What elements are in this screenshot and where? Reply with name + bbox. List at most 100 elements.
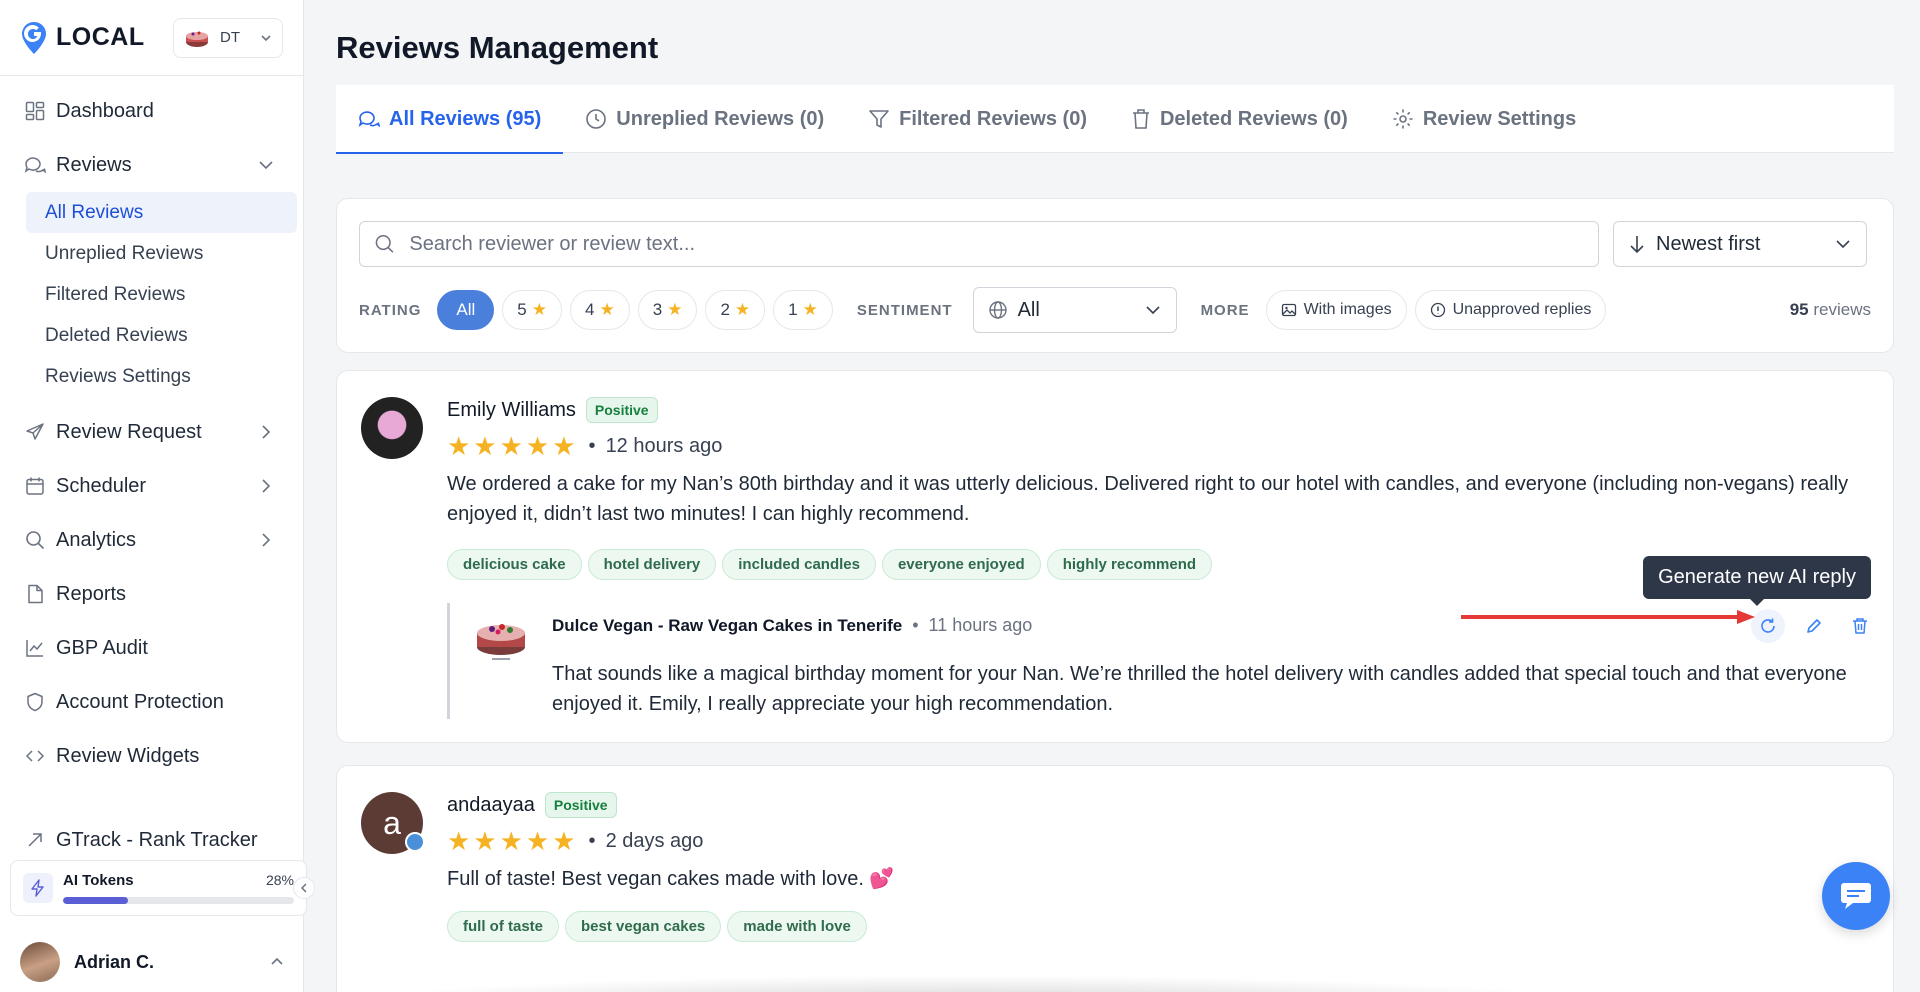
chip-label: With images bbox=[1303, 301, 1392, 318]
ai-tokens-panel[interactable]: AI Tokens 28% bbox=[10, 860, 307, 916]
chevron-down-icon bbox=[1145, 306, 1160, 315]
edit-reply-button[interactable] bbox=[1797, 609, 1831, 643]
star-icon: ★ bbox=[667, 300, 683, 319]
app-logo[interactable]: LOCAL bbox=[20, 21, 145, 55]
sidebar-subitem-unreplied-reviews[interactable]: Unreplied Reviews bbox=[26, 233, 297, 274]
sidebar-item-account-protection[interactable]: Account Protection bbox=[0, 675, 303, 729]
reply-time: 11 hours ago bbox=[928, 615, 1033, 635]
sidebar-item-label: Reviews bbox=[56, 153, 132, 176]
sidebar-item-label: GTrack - Rank Tracker bbox=[56, 828, 258, 851]
tab-label: All Reviews (95) bbox=[389, 107, 542, 130]
send-icon bbox=[24, 421, 46, 443]
separator-dot: • bbox=[588, 435, 596, 457]
chevron-down-icon bbox=[261, 34, 271, 41]
review-tag: made with love bbox=[727, 911, 867, 942]
sidebar-item-dashboard[interactable]: Dashboard bbox=[0, 84, 303, 138]
filters-panel: Newest first RATING All 5★ 4★ 3★ 2★ 1★ S… bbox=[336, 198, 1894, 353]
review-tag: everyone enjoyed bbox=[881, 549, 1041, 580]
chat-bubbles-icon bbox=[358, 111, 380, 128]
review-text: Full of taste! Best vegan cakes made wit… bbox=[447, 868, 895, 890]
user-menu[interactable]: Adrian C. bbox=[0, 932, 304, 992]
sentiment-value: All bbox=[1017, 298, 1040, 321]
search-icon bbox=[24, 529, 46, 551]
sidebar: LOCAL DT Dashboard Reviews All Reviews U… bbox=[0, 0, 307, 992]
rating-chip-label: All bbox=[456, 300, 476, 319]
sidebar-item-label: Dashboard bbox=[56, 99, 154, 122]
globe-icon bbox=[988, 301, 1007, 319]
reply-text: That sounds like a magical birthday mome… bbox=[552, 663, 1847, 715]
tab-unreplied-reviews[interactable]: Unreplied Reviews (0) bbox=[563, 85, 846, 153]
sidebar-subitem-reviews-settings[interactable]: Reviews Settings bbox=[26, 356, 297, 397]
tab-label: Unreplied Reviews (0) bbox=[616, 107, 825, 130]
info-circle-icon bbox=[1430, 302, 1445, 318]
star-icon: ★ bbox=[599, 300, 615, 319]
more-label: MORE bbox=[1200, 301, 1250, 319]
rating-chip-4[interactable]: 4 ★ bbox=[570, 290, 630, 330]
delete-reply-button[interactable] bbox=[1843, 609, 1877, 643]
calendar-icon bbox=[24, 475, 46, 497]
sidebar-item-review-widgets[interactable]: Review Widgets bbox=[0, 729, 303, 783]
review-text: We ordered a cake for my Nan’s 80th birt… bbox=[447, 473, 1849, 525]
sort-select[interactable]: Newest first bbox=[1613, 221, 1867, 267]
sidebar-subitem-filtered-reviews[interactable]: Filtered Reviews bbox=[26, 274, 297, 315]
search-input[interactable] bbox=[409, 232, 1584, 256]
chat-icon bbox=[1841, 883, 1871, 909]
ai-tokens-label: AI Tokens bbox=[63, 872, 134, 889]
unapproved-replies-chip[interactable]: Unapproved replies bbox=[1414, 290, 1607, 330]
sidebar-item-reports[interactable]: Reports bbox=[0, 567, 303, 621]
tab-filtered-reviews[interactable]: Filtered Reviews (0) bbox=[846, 85, 1109, 153]
review-card: Emily Williams Positive ★★★★★ • 12 hours… bbox=[336, 370, 1894, 743]
tab-label: Filtered Reviews (0) bbox=[899, 107, 1087, 130]
chevron-right-icon bbox=[262, 425, 271, 439]
sidebar-header: LOCAL DT bbox=[0, 0, 303, 76]
rating-chip-label: 4 bbox=[585, 300, 595, 319]
filter-icon bbox=[869, 110, 889, 128]
page-title: Reviews Management bbox=[336, 30, 659, 65]
rating-chip-1[interactable]: 1 ★ bbox=[773, 290, 833, 330]
sidebar-item-reviews[interactable]: Reviews bbox=[0, 138, 303, 192]
rating-chip-all[interactable]: All bbox=[437, 290, 495, 330]
sidebar-item-review-request[interactable]: Review Request bbox=[0, 405, 303, 459]
star-rating: ★★★★★ bbox=[447, 431, 579, 461]
scroll-shadow bbox=[330, 975, 1610, 992]
business-initials: DT bbox=[220, 29, 240, 46]
avatar bbox=[20, 942, 60, 982]
sidebar-subitem-deleted-reviews[interactable]: Deleted Reviews bbox=[26, 315, 297, 356]
business-selector[interactable]: DT bbox=[173, 17, 283, 58]
sidebar-item-gbp-audit[interactable]: GBP Audit bbox=[0, 621, 303, 675]
sidebar-item-gtrack-rank-tracker[interactable]: GTrack - Rank Tracker bbox=[0, 813, 303, 867]
rating-chip-5[interactable]: 5 ★ bbox=[502, 290, 563, 330]
sentiment-select[interactable]: All bbox=[972, 287, 1177, 333]
search-box[interactable] bbox=[359, 221, 1599, 267]
star-rating: ★★★★★ bbox=[447, 826, 579, 856]
pencil-icon bbox=[1807, 619, 1821, 633]
rating-chip-2[interactable]: 2 ★ bbox=[705, 290, 766, 330]
trash-icon bbox=[1853, 618, 1867, 634]
arrow-down-icon bbox=[1630, 236, 1644, 254]
chat-support-button[interactable] bbox=[1822, 862, 1890, 930]
user-name: Adrian C. bbox=[74, 951, 155, 972]
chevron-down-icon bbox=[259, 161, 273, 170]
lightning-icon bbox=[23, 873, 53, 903]
image-icon bbox=[1281, 303, 1296, 317]
tab-review-settings[interactable]: Review Settings bbox=[1370, 85, 1598, 153]
logo-pin-icon bbox=[22, 21, 46, 54]
sidebar-item-analytics[interactable]: Analytics bbox=[0, 513, 303, 567]
with-images-chip[interactable]: With images bbox=[1265, 290, 1407, 330]
chevron-right-icon bbox=[262, 479, 271, 493]
sentiment-label: SENTIMENT bbox=[856, 301, 953, 319]
tab-deleted-reviews[interactable]: Deleted Reviews (0) bbox=[1109, 85, 1370, 153]
tab-all-reviews[interactable]: All Reviews (95) bbox=[336, 85, 564, 154]
separator-dot: • bbox=[588, 830, 596, 852]
reply-business-name: Dulce Vegan - Raw Vegan Cakes in Tenerif… bbox=[552, 615, 903, 635]
star-icon: ★ bbox=[531, 300, 548, 319]
rating-chip-label: 2 bbox=[720, 300, 730, 319]
review-card: a andaayaa Positive ★★★★★ • 2 days ago F… bbox=[336, 765, 1894, 992]
avatar bbox=[361, 397, 423, 459]
rating-chip-3[interactable]: 3 ★ bbox=[637, 290, 698, 330]
sidebar-item-scheduler[interactable]: Scheduler bbox=[0, 459, 303, 513]
review-count-number: 95 bbox=[1789, 300, 1809, 319]
refresh-icon bbox=[1761, 618, 1775, 633]
reviewer-name: Emily Williams bbox=[447, 398, 576, 421]
sidebar-subitem-all-reviews[interactable]: All Reviews bbox=[26, 192, 297, 233]
